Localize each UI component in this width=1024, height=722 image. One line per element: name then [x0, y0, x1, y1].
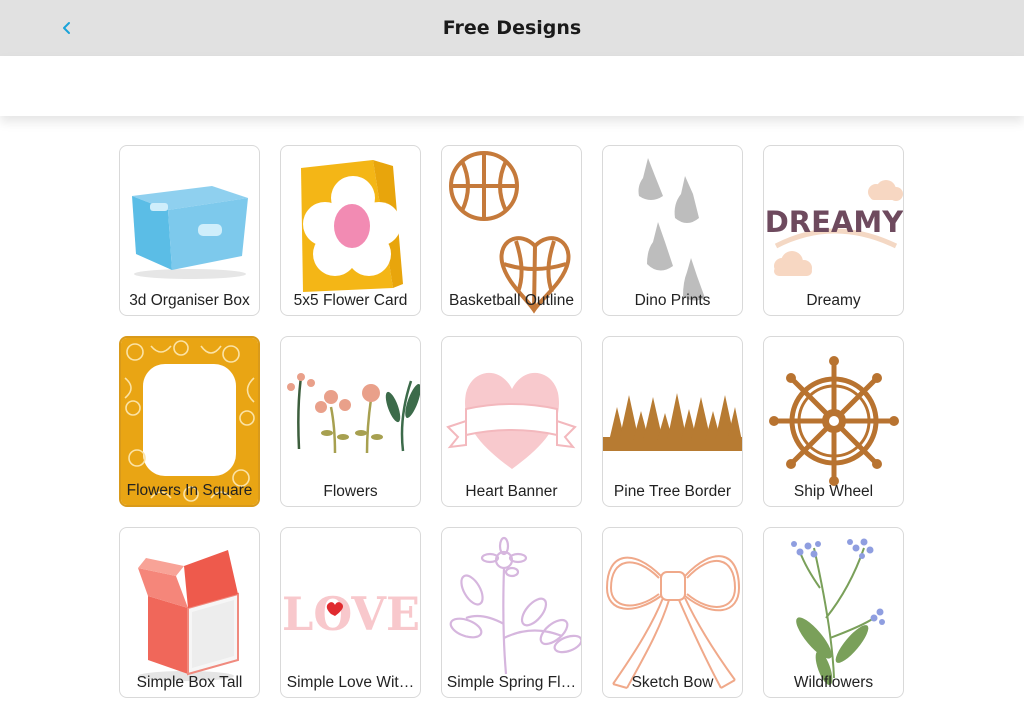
design-label: Dreamy — [806, 292, 861, 309]
design-card-pine-tree-border[interactable]: Pine Tree Border — [602, 336, 743, 507]
design-card-dreamy[interactable]: DREAMY Dreamy — [763, 145, 904, 316]
design-grid: 3d Organiser Box 5x5 Flower Card Basketb… — [119, 145, 904, 698]
design-card-5x5-flower-card[interactable]: 5x5 Flower Card — [280, 145, 421, 316]
chevron-left-icon — [63, 22, 70, 34]
design-label: Simple Spring Fl… — [446, 674, 577, 691]
design-label: 3d Organiser Box — [129, 292, 250, 309]
top-bar: Free Designs — [0, 0, 1024, 56]
design-label: Pine Tree Border — [613, 483, 732, 500]
design-label: Flowers In Square — [126, 482, 253, 499]
design-card-wildflowers[interactable]: Wildflowers — [763, 527, 904, 698]
back-button[interactable] — [56, 16, 78, 40]
filter-bar — [0, 56, 1024, 116]
design-label: Simple Box Tall — [136, 674, 243, 691]
design-label: Sketch Bow — [631, 674, 714, 691]
design-card-3d-organiser-box[interactable]: 3d Organiser Box — [119, 145, 260, 316]
design-label: Heart Banner — [465, 483, 558, 500]
dreamy-art-text: DREAMY — [765, 205, 903, 239]
design-card-simple-spring-flower[interactable]: Simple Spring Fl… — [441, 527, 582, 698]
design-card-sketch-bow[interactable]: Sketch Bow — [602, 527, 743, 698]
design-label: Simple Love Wit… — [286, 674, 415, 691]
design-card-flowers[interactable]: Flowers — [280, 336, 421, 507]
design-label: 5x5 Flower Card — [293, 292, 408, 309]
design-card-basketball-outline[interactable]: Basketball Outline — [441, 145, 582, 316]
love-art-text: LOVE — [282, 587, 420, 641]
design-label: Ship Wheel — [793, 483, 874, 500]
design-card-ship-wheel[interactable]: Ship Wheel — [763, 336, 904, 507]
design-label: Wildflowers — [793, 674, 874, 691]
design-card-simple-love-with-heart[interactable]: LOVE Simple Love Wit… — [280, 527, 421, 698]
design-card-flowers-in-square[interactable]: Flowers In Square — [119, 336, 260, 507]
design-label: Dino Prints — [634, 292, 711, 309]
design-label: Flowers — [323, 483, 378, 500]
page-title: Free Designs — [442, 17, 582, 39]
design-card-dino-prints[interactable]: Dino Prints — [602, 145, 743, 316]
design-label: Basketball Outline — [449, 292, 574, 309]
design-card-heart-banner[interactable]: Heart Banner — [441, 336, 582, 507]
design-card-simple-box-tall[interactable]: Simple Box Tall — [119, 527, 260, 698]
